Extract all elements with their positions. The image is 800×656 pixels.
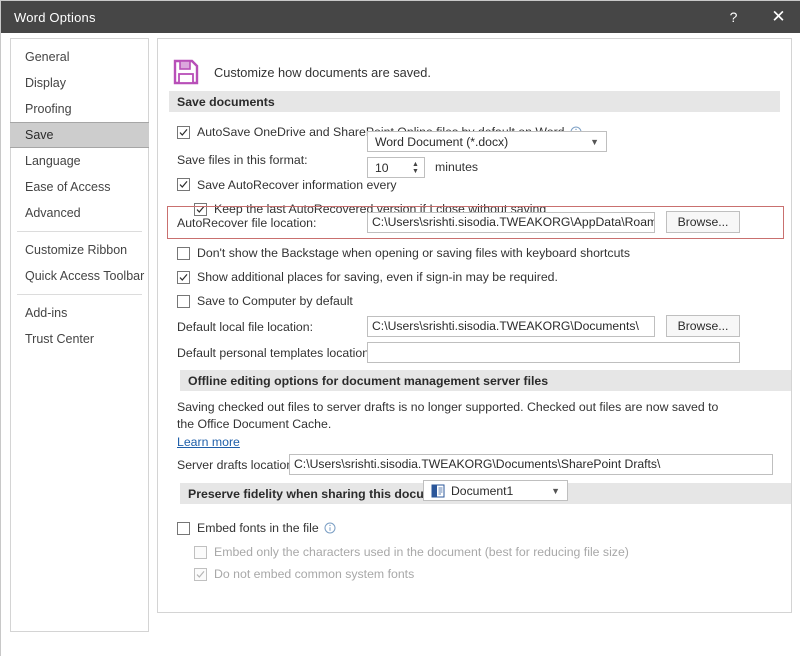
default-local-browse-button[interactable]: Browse...	[666, 315, 740, 337]
save-format-label: Save files in this format:	[177, 153, 308, 167]
save-format-combobox[interactable]: Word Document (*.docx) ▼	[367, 131, 607, 152]
chevron-down-icon-fidelity: ▼	[551, 486, 563, 496]
stepper-up-icon[interactable]: ▲	[412, 161, 419, 168]
sidebar-item-display[interactable]: Display	[11, 70, 148, 96]
sidebar-item-trust-center[interactable]: Trust Center	[11, 326, 148, 352]
info-icon-embed-fonts[interactable]	[324, 522, 336, 534]
sidebar-item-add-ins[interactable]: Add-ins	[11, 300, 148, 326]
save-format-value: Word Document (*.docx)	[375, 135, 508, 149]
page-title: Customize how documents are saved.	[214, 65, 431, 80]
word-document-icon	[431, 484, 445, 498]
save-floppy-icon	[172, 58, 200, 86]
embed-only-characters-label: Embed only the characters used in the do…	[214, 545, 629, 559]
embed-fonts-row[interactable]: Embed fonts in the file	[158, 517, 791, 539]
save-to-computer-row[interactable]: Save to Computer by default	[158, 290, 791, 312]
embed-fonts-checkbox[interactable]	[177, 522, 190, 535]
word-options-dialog: Word Options ? ✕ General Display Proofin…	[0, 0, 800, 656]
embed-fonts-label: Embed fonts in the file	[197, 521, 319, 535]
stepper-down-icon[interactable]: ▼	[412, 168, 419, 175]
embed-only-characters-checkbox	[194, 546, 207, 559]
sidebar-item-quick-access-toolbar[interactable]: Quick Access Toolbar	[11, 263, 148, 289]
autorecover-location-input[interactable]: C:\Users\srishti.sisodia.TWEAKORG\AppDat…	[367, 212, 655, 233]
autorecover-location-browse-button[interactable]: Browse...	[666, 211, 740, 233]
learn-more-link[interactable]: Learn more	[177, 435, 240, 449]
show-additional-places-label: Show additional places for saving, even …	[197, 270, 558, 284]
autorecover-location-value: C:\Users\srishti.sisodia.TWEAKORG\AppDat…	[372, 213, 655, 232]
sidebar-item-save[interactable]: Save	[10, 122, 149, 148]
sidebar-divider-1	[17, 231, 142, 232]
dialog-body: General Display Proofing Save Language E…	[1, 33, 800, 656]
sidebar-divider-2	[17, 294, 142, 295]
server-drafts-value: C:\Users\srishti.sisodia.TWEAKORG\Docume…	[294, 455, 660, 474]
keep-last-autorecovered-checkbox[interactable]	[194, 203, 207, 216]
autorecover-location-label: AutoRecover file location:	[177, 216, 316, 230]
options-main-panel: Customize how documents are saved. Save …	[157, 38, 792, 613]
autorecover-interval-label: Save AutoRecover information every	[197, 178, 397, 192]
options-sidebar: General Display Proofing Save Language E…	[10, 38, 149, 632]
show-additional-places-row[interactable]: Show additional places for saving, even …	[158, 266, 791, 288]
section-header-offline-editing: Offline editing options for document man…	[180, 370, 792, 391]
window-title: Word Options	[14, 10, 96, 25]
offline-editing-paragraph: Saving checked out files to server draft…	[158, 399, 758, 433]
sidebar-item-language[interactable]: Language	[11, 148, 148, 174]
autorecover-interval-checkbox[interactable]	[177, 178, 190, 191]
preserve-fidelity-document-combobox[interactable]: Document1 ▼	[423, 480, 568, 501]
autorecover-minutes-stepper[interactable]: 10 ▲ ▼	[367, 157, 425, 178]
autorecover-minutes-suffix: minutes	[435, 160, 478, 174]
server-drafts-input[interactable]: C:\Users\srishti.sisodia.TWEAKORG\Docume…	[289, 454, 773, 475]
show-additional-places-checkbox[interactable]	[177, 271, 190, 284]
do-not-embed-common-row: Do not embed common system fonts	[158, 563, 791, 585]
save-to-computer-checkbox[interactable]	[177, 295, 190, 308]
default-local-location-label: Default local file location:	[177, 320, 313, 334]
sidebar-item-advanced[interactable]: Advanced	[11, 200, 148, 226]
default-local-location-input[interactable]: C:\Users\srishti.sisodia.TWEAKORG\Docume…	[367, 316, 655, 337]
main-inner: Customize how documents are saved. Save …	[158, 39, 791, 612]
help-button[interactable]: ?	[711, 1, 756, 33]
preserve-fidelity-label: Preserve fidelity when sharing this docu…	[188, 487, 457, 501]
do-not-embed-common-checkbox	[194, 568, 207, 581]
autorecover-minutes-value: 10	[375, 161, 389, 175]
autosave-onedrive-checkbox[interactable]	[177, 126, 190, 139]
stepper-arrows[interactable]: ▲ ▼	[410, 159, 421, 176]
close-button[interactable]: ✕	[756, 1, 800, 33]
preserve-fidelity-document-value: Document1	[451, 484, 513, 498]
save-to-computer-label: Save to Computer by default	[197, 294, 353, 308]
default-templates-location-label: Default personal templates location:	[177, 346, 373, 360]
page-heading-row: Customize how documents are saved.	[158, 39, 791, 91]
title-bar: Word Options ? ✕	[1, 1, 800, 33]
sidebar-item-proofing[interactable]: Proofing	[11, 96, 148, 122]
autorecover-interval-row[interactable]: Save AutoRecover information every	[158, 172, 791, 197]
dont-show-backstage-checkbox[interactable]	[177, 247, 190, 260]
section-header-save-documents: Save documents	[169, 91, 780, 112]
chevron-down-icon: ▼	[590, 137, 602, 147]
sidebar-item-ease-of-access[interactable]: Ease of Access	[11, 174, 148, 200]
sidebar-item-general[interactable]: General	[11, 44, 148, 70]
server-drafts-label: Server drafts location:	[177, 458, 297, 472]
default-templates-location-input[interactable]	[367, 342, 740, 363]
dont-show-backstage-label: Don't show the Backstage when opening or…	[197, 246, 630, 260]
embed-only-characters-row: Embed only the characters used in the do…	[158, 541, 791, 563]
dont-show-backstage-row[interactable]: Don't show the Backstage when opening or…	[158, 242, 791, 264]
default-local-location-value: C:\Users\srishti.sisodia.TWEAKORG\Docume…	[372, 317, 639, 336]
autorecover-browse-label: Browse...	[678, 215, 729, 229]
sidebar-item-customize-ribbon[interactable]: Customize Ribbon	[11, 237, 148, 263]
do-not-embed-common-label: Do not embed common system fonts	[214, 567, 414, 581]
default-local-browse-label: Browse...	[678, 319, 729, 333]
